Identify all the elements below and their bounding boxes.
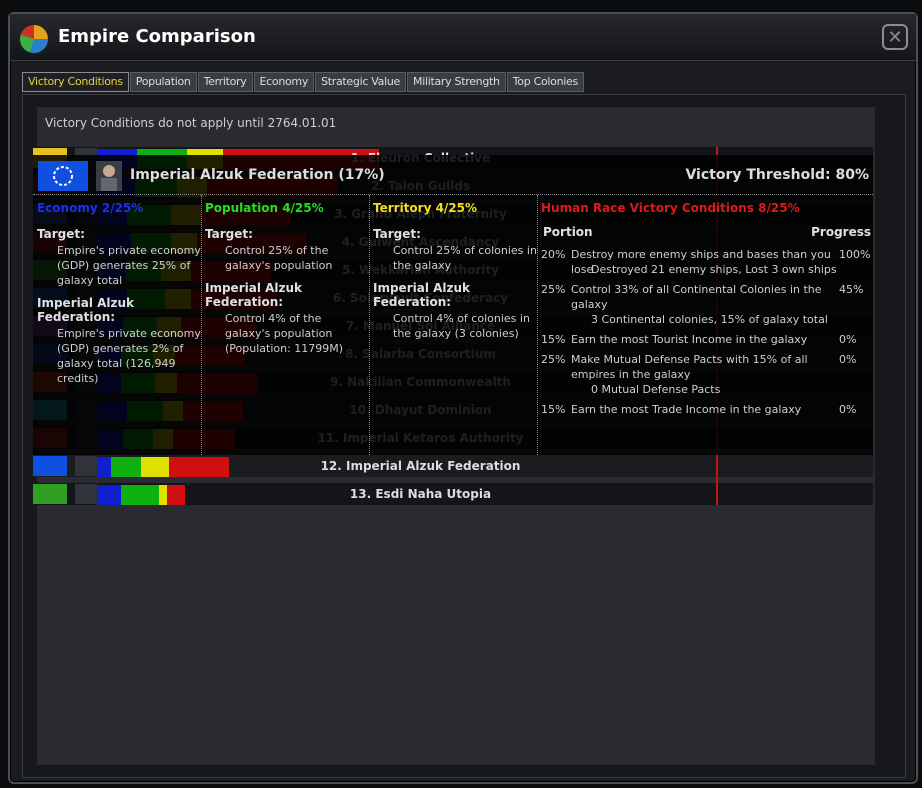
score-bar bbox=[97, 457, 111, 477]
territory-column: Territory 4/25% Target: Control 25% of c… bbox=[369, 195, 538, 455]
condition-description: Earn the most Tourist Income in the gala… bbox=[571, 333, 808, 346]
territory-target-text: Control 25% of colonies in the galaxy bbox=[393, 244, 537, 272]
score-bar bbox=[169, 457, 229, 477]
victory-threshold: Victory Threshold: 80% bbox=[685, 167, 869, 183]
territory-target-label: Target: bbox=[373, 227, 421, 241]
condition-portion: 20% bbox=[541, 248, 566, 261]
empire-flag-icon bbox=[33, 456, 67, 476]
economy-column: Economy 2/25% Target: Empire's private e… bbox=[33, 195, 202, 455]
condition-status: Destroyed 21 enemy ships, Lost 3 own shi… bbox=[591, 263, 837, 276]
selected-empire-pct: (17%) bbox=[338, 167, 385, 183]
economy-target-label: Target: bbox=[37, 227, 85, 241]
tab-territory[interactable]: Territory bbox=[197, 72, 253, 92]
titlebar: Empire Comparison ✕ bbox=[10, 14, 916, 61]
score-bar bbox=[167, 485, 185, 505]
score-bars bbox=[97, 457, 229, 477]
close-button[interactable]: ✕ bbox=[882, 24, 908, 50]
condition-description: Make Mutual Defense Pacts with 15% of al… bbox=[571, 353, 808, 381]
condition-progress: 45% bbox=[839, 283, 864, 296]
population-column: Population 4/25% Target: Control 25% of … bbox=[201, 195, 370, 455]
economy-target-text: Empire's private economy (GDP) generates… bbox=[57, 244, 201, 287]
race-victory-heading: Human Race Victory Conditions 8/25% bbox=[541, 201, 800, 215]
empire-flag-icon bbox=[38, 161, 88, 191]
population-empire-text: Control 4% of the galaxy's population (P… bbox=[225, 312, 344, 355]
score-bars bbox=[97, 485, 185, 505]
condition-progress: 100% bbox=[839, 248, 871, 261]
territory-empire-text: Control 4% of colonies in the galaxy (3 … bbox=[393, 312, 530, 340]
empire-logo-icon bbox=[19, 24, 49, 54]
condition-progress: 0% bbox=[839, 403, 857, 416]
condition-portion: 25% bbox=[541, 283, 566, 296]
empire-flag-icon bbox=[33, 484, 67, 504]
territory-heading: Territory 4/25% bbox=[373, 201, 478, 215]
empire-row-name: 12. Imperial Alzuk Federation bbox=[320, 459, 521, 473]
tab-economy[interactable]: Economy bbox=[253, 72, 315, 92]
portion-header: Portion bbox=[543, 225, 593, 239]
tab-military-strength[interactable]: Military Strength bbox=[407, 72, 506, 92]
selected-empire-title: Imperial Alzuk Federation bbox=[130, 167, 334, 183]
score-bar bbox=[97, 485, 121, 505]
empire-row[interactable]: 13. Esdi Naha Utopia bbox=[33, 483, 873, 505]
tab-bar: Victory Conditions Population Territory … bbox=[22, 72, 585, 92]
score-bar bbox=[159, 485, 167, 505]
economy-empire-text: Empire's private economy (GDP) generates… bbox=[57, 327, 201, 385]
condition-description: Earn the most Trade Income in the galaxy bbox=[571, 403, 802, 416]
population-empire-label: Imperial Alzuk Federation: bbox=[205, 281, 303, 309]
condition-progress: 0% bbox=[839, 353, 857, 366]
score-bar bbox=[111, 457, 141, 477]
leader-portrait-icon bbox=[75, 484, 97, 504]
tab-strategic-value[interactable]: Strategic Value bbox=[315, 72, 406, 92]
tab-population[interactable]: Population bbox=[129, 72, 197, 92]
economy-heading: Economy 2/25% bbox=[37, 201, 144, 215]
condition-portion: 25% bbox=[541, 353, 566, 366]
condition-portion: 15% bbox=[541, 403, 566, 416]
population-heading: Population 4/25% bbox=[205, 201, 324, 215]
empire-detail-overlay: Imperial Alzuk Federation (17%) Victory … bbox=[33, 155, 873, 455]
selected-empire-name: Imperial Alzuk Federation (17%) bbox=[130, 167, 385, 183]
window-title: Empire Comparison bbox=[58, 26, 256, 47]
population-target-text: Control 25% of the galaxy's population bbox=[225, 244, 333, 272]
condition-portion: 15% bbox=[541, 333, 566, 346]
score-bar bbox=[141, 457, 169, 477]
score-bar bbox=[121, 485, 159, 505]
condition-status: 0 Mutual Defense Pacts bbox=[591, 383, 721, 396]
population-target-label: Target: bbox=[205, 227, 253, 241]
economy-empire-label: Imperial Alzuk Federation: bbox=[37, 296, 135, 324]
victory-notice: Victory Conditions do not apply until 27… bbox=[45, 116, 337, 130]
leader-portrait-icon bbox=[75, 456, 97, 476]
leader-portrait-icon bbox=[96, 161, 122, 191]
territory-empire-label: Imperial Alzuk Federation: bbox=[373, 281, 471, 309]
tab-top-colonies[interactable]: Top Colonies bbox=[506, 72, 584, 92]
progress-header: Progress bbox=[811, 225, 871, 239]
empire-row[interactable]: 12. Imperial Alzuk Federation bbox=[33, 455, 873, 477]
condition-progress: 0% bbox=[839, 333, 857, 346]
condition-status: 3 Continental colonies, 15% of galaxy to… bbox=[591, 313, 828, 326]
empire-row-name: 13. Esdi Naha Utopia bbox=[349, 487, 492, 501]
condition-description: Control 33% of all Continental Colonies … bbox=[571, 283, 822, 311]
tab-victory-conditions[interactable]: Victory Conditions bbox=[22, 72, 129, 92]
